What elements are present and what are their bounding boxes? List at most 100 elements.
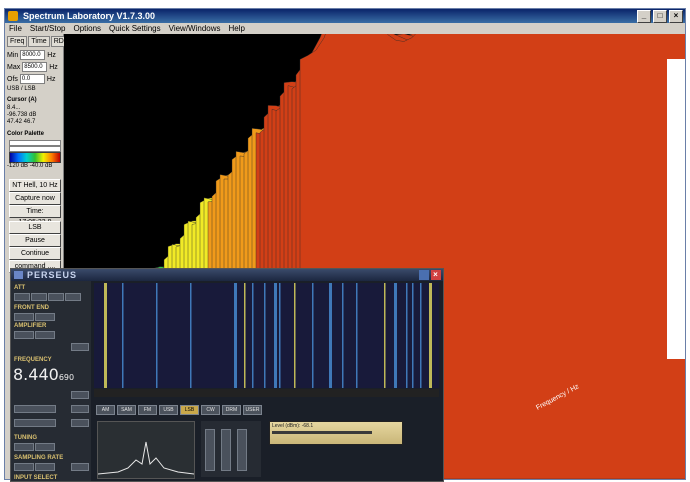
menu-start-stop[interactable]: Start/Stop bbox=[30, 23, 66, 34]
section-amplifier: AMPLIFIER bbox=[14, 323, 47, 329]
meter-bar bbox=[272, 431, 372, 434]
waterfall-signal-line bbox=[279, 283, 281, 388]
frequency-main: 8.440 bbox=[13, 365, 59, 384]
mode-sam-button[interactable]: SAM bbox=[117, 405, 136, 415]
waterfall-signal-line bbox=[384, 283, 386, 388]
waterfall-signal-line bbox=[264, 283, 266, 388]
lsb-button[interactable]: LSB bbox=[9, 221, 61, 234]
vfo-dropdown[interactable] bbox=[71, 405, 89, 413]
cursor-line-1: 8.4... bbox=[7, 105, 21, 111]
window-title: Spectrum Laboratory V1.7.3.00 bbox=[23, 11, 156, 21]
color-palette-bar bbox=[9, 152, 61, 163]
front-end-button-1[interactable] bbox=[14, 313, 34, 321]
agc-slider[interactable] bbox=[221, 429, 231, 471]
waterfall-frequency-axis bbox=[94, 389, 439, 397]
perseus-receiver-window: PERSEUS × ATT FRONT END AMPLIFIER FREQUE… bbox=[10, 268, 444, 482]
waterfall-signal-line bbox=[104, 283, 107, 388]
amplifier-dropdown[interactable] bbox=[71, 343, 89, 351]
continue-button[interactable]: Continue bbox=[9, 247, 61, 260]
menu-bar: File Start/Stop Options Quick Settings V… bbox=[5, 23, 685, 34]
frequency-fine: 690 bbox=[58, 373, 75, 382]
max-label: Max bbox=[7, 63, 21, 71]
memory-field[interactable] bbox=[14, 419, 56, 427]
demod-mode-bar: AM SAM FM USB LSB CW DRM USER bbox=[96, 405, 262, 415]
app-icon bbox=[8, 11, 18, 21]
waterfall-signal-line bbox=[122, 283, 124, 388]
section-att: ATT bbox=[14, 285, 26, 291]
capture-now-button[interactable]: Capture now bbox=[9, 192, 61, 205]
section-frequency: FREQUENCY bbox=[14, 357, 52, 363]
waterfall-signal-line bbox=[244, 283, 246, 388]
waterfall-signal-line bbox=[156, 283, 158, 388]
sampling-dropdown[interactable] bbox=[71, 463, 89, 471]
tuning-button-2[interactable] bbox=[35, 443, 55, 451]
pause-button[interactable]: Pause bbox=[9, 234, 61, 247]
frequency-step-dropdown[interactable] bbox=[71, 391, 89, 399]
offset-unit: Hz bbox=[46, 75, 56, 83]
att-button-4[interactable] bbox=[65, 293, 81, 301]
cursor-title: Cursor (A) bbox=[7, 97, 37, 103]
section-sampling-rate: SAMPLING RATE bbox=[14, 455, 64, 461]
perseus-close-button[interactable]: × bbox=[431, 270, 441, 280]
vfo-field[interactable] bbox=[14, 405, 56, 413]
menu-file[interactable]: File bbox=[9, 23, 22, 34]
mode-fm-button[interactable]: FM bbox=[138, 405, 157, 415]
cursor-line-3: 47.42 46.7 bbox=[7, 119, 36, 125]
perseus-waterfall[interactable] bbox=[94, 283, 439, 388]
offset-field[interactable]: 0.0 bbox=[19, 74, 45, 84]
waterfall-lines bbox=[104, 283, 432, 388]
waterfall-signal-line bbox=[406, 283, 408, 388]
memory-dropdown[interactable] bbox=[71, 419, 89, 427]
volume-slider[interactable] bbox=[205, 429, 215, 471]
waterfall-signal-line bbox=[329, 283, 332, 388]
att-button-2[interactable] bbox=[31, 293, 47, 301]
waterfall-signal-line bbox=[294, 283, 296, 388]
menu-view-windows[interactable]: View/Windows bbox=[169, 23, 221, 34]
amplifier-button-2[interactable] bbox=[35, 331, 55, 339]
waterfall-signal-line bbox=[394, 283, 397, 388]
waterfall-signal-line bbox=[412, 283, 414, 388]
mode-am-button[interactable]: AM bbox=[96, 405, 115, 415]
min-unit: Hz bbox=[47, 51, 56, 59]
palette-min: -120 dB bbox=[7, 163, 29, 169]
palette-max: -40.0 dB bbox=[29, 163, 53, 169]
tab-freq[interactable]: Freq bbox=[7, 36, 28, 47]
mode-cw-button[interactable]: CW bbox=[201, 405, 220, 415]
section-front-end: FRONT END bbox=[14, 305, 49, 311]
usb-lsb-radio[interactable]: USB / LSB bbox=[7, 86, 36, 93]
nb-slider[interactable] bbox=[237, 429, 247, 471]
mode-lsb-button[interactable]: LSB bbox=[180, 405, 199, 415]
waterfall-signal-line bbox=[274, 283, 277, 388]
menu-quick-settings[interactable]: Quick Settings bbox=[109, 23, 161, 34]
min-frequency-field[interactable]: 8000.0 bbox=[20, 50, 46, 60]
maximize-button[interactable]: □ bbox=[653, 10, 667, 23]
section-tuning: TUNING bbox=[14, 435, 37, 441]
signal-level-meter: Level (dBm): -68.1 bbox=[269, 421, 403, 445]
perseus-title: PERSEUS bbox=[27, 270, 78, 280]
meter-label: Level (dBm): -68.1 bbox=[272, 423, 314, 429]
mode-usb-button[interactable]: USB bbox=[159, 405, 178, 415]
mode-drm-button[interactable]: DRM bbox=[222, 405, 241, 415]
menu-help[interactable]: Help bbox=[229, 23, 245, 34]
amplifier-button-1[interactable] bbox=[14, 331, 34, 339]
att-button-3[interactable] bbox=[48, 293, 64, 301]
close-button[interactable]: × bbox=[669, 10, 683, 23]
mode-nt-hell-button[interactable]: NT Hell, 10 Hz bbox=[9, 179, 61, 192]
sampling-button-2[interactable] bbox=[35, 463, 55, 471]
menu-options[interactable]: Options bbox=[73, 23, 101, 34]
perseus-controls: ATT FRONT END AMPLIFIER FREQUENCY 8.4406… bbox=[11, 281, 91, 481]
waterfall-signal-line bbox=[429, 283, 432, 388]
tab-time[interactable]: Time bbox=[28, 36, 50, 47]
mode-user-button[interactable]: USER bbox=[243, 405, 262, 415]
minimize-button[interactable]: _ bbox=[637, 10, 651, 23]
waterfall-signal-line bbox=[342, 283, 344, 388]
volume-controls bbox=[201, 421, 261, 477]
att-button-1[interactable] bbox=[14, 293, 30, 301]
sampling-button-1[interactable] bbox=[14, 463, 34, 471]
frequency-display[interactable]: 8.440690 bbox=[13, 365, 74, 384]
tuning-button-1[interactable] bbox=[14, 443, 34, 451]
waterfall-signal-line bbox=[312, 283, 314, 388]
max-frequency-field[interactable]: 8500.0 bbox=[22, 62, 48, 72]
perseus-minimize-button[interactable] bbox=[419, 270, 429, 280]
front-end-button-2[interactable] bbox=[35, 313, 55, 321]
